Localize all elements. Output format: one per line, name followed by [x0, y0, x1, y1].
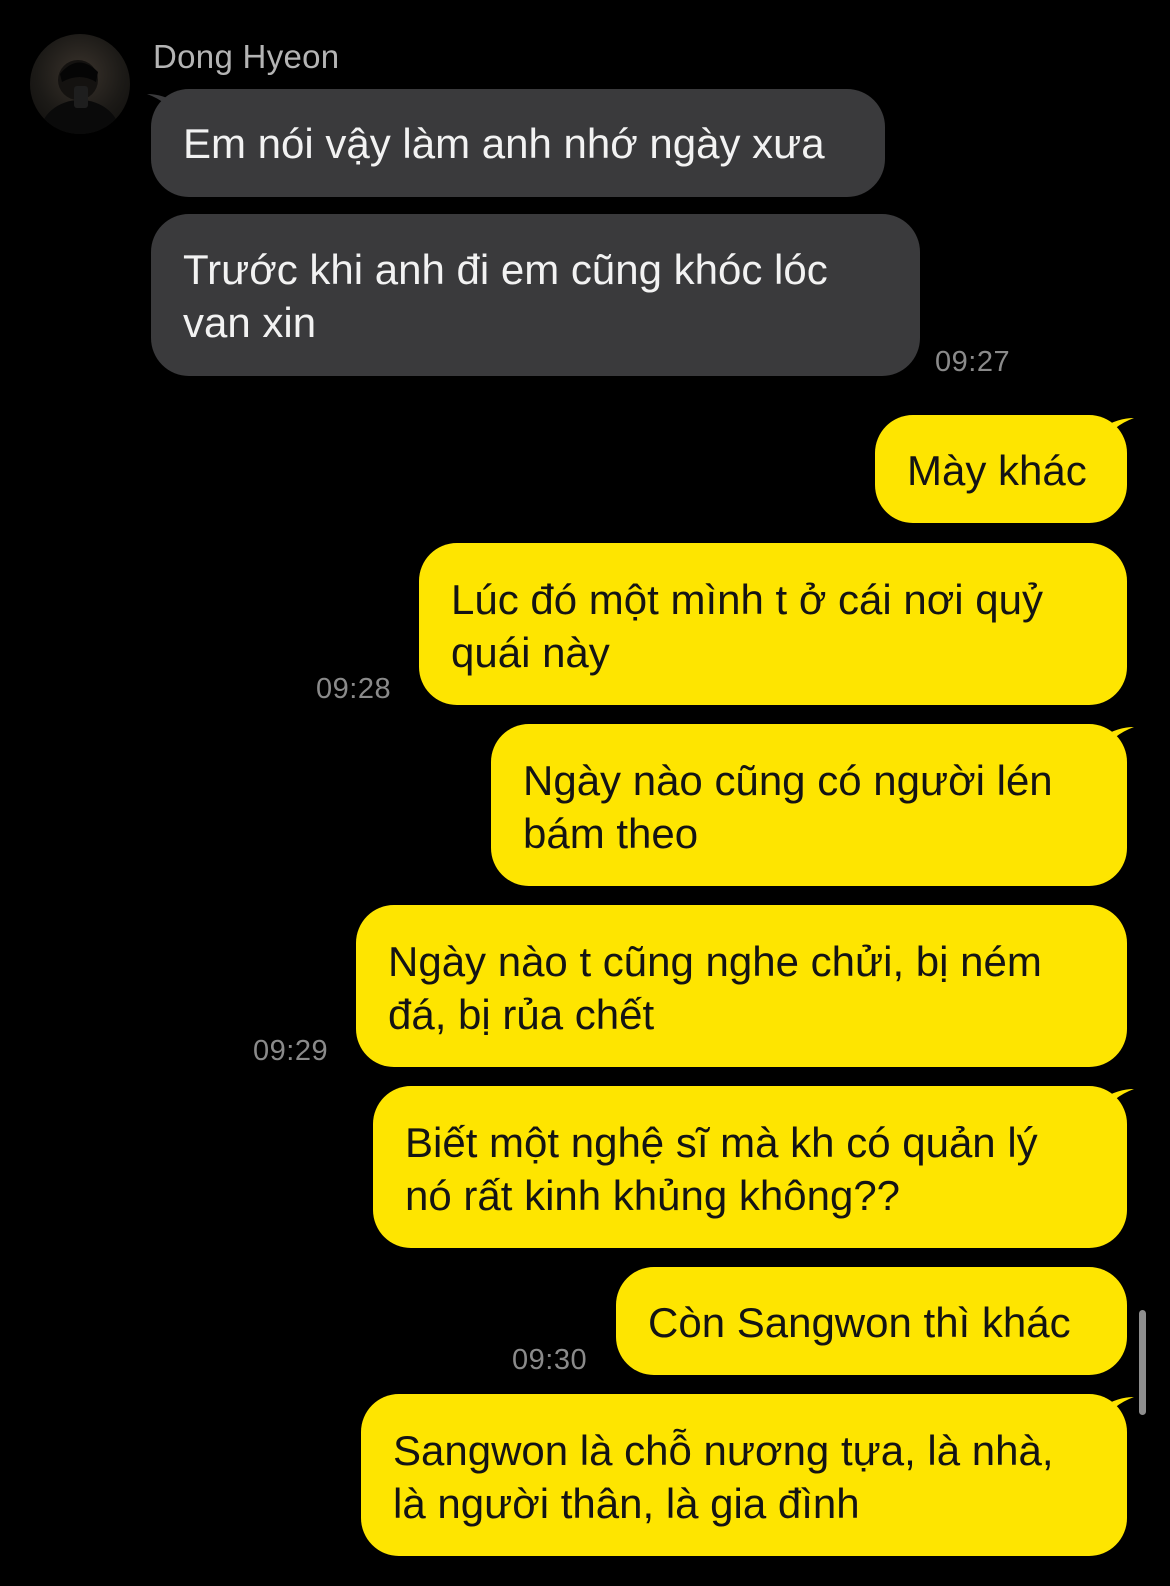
message-bubble-outgoing[interactable]: Còn Sangwon thì khác [616, 1267, 1127, 1375]
message-text: Lúc đó một mình t ở cái nơi quỷ quái này [451, 576, 1044, 676]
message-text: Sangwon là chỗ nương tựa, là nhà, là ngư… [393, 1427, 1054, 1527]
message-timestamp: 09:30 [512, 1344, 588, 1376]
message-bubble-outgoing[interactable]: Lúc đó một mình t ở cái nơi quỷ quái này [419, 543, 1127, 705]
message-bubble-outgoing[interactable]: Biết một nghệ sĩ mà kh có quản lý nó rất… [373, 1086, 1127, 1248]
message-text: Em nói vậy làm anh nhớ ngày xưa [183, 120, 825, 167]
scrollbar[interactable] [1139, 1310, 1146, 1415]
message-timestamp: 09:28 [316, 673, 392, 705]
message-text: Ngày nào cũng có người lén bám theo [523, 757, 1053, 857]
message-text: Biết một nghệ sĩ mà kh có quản lý nó rất… [405, 1119, 1038, 1219]
message-timestamp: 09:27 [935, 346, 1011, 378]
message-bubble-outgoing[interactable]: Sangwon là chỗ nương tựa, là nhà, là ngư… [361, 1394, 1127, 1556]
message-text: Ngày nào t cũng nghe chửi, bị ném đá, bị… [388, 938, 1042, 1038]
message-text: Mày khác [907, 447, 1087, 494]
sender-name: Dong Hyeon [153, 38, 340, 75]
message-timestamp: 09:29 [253, 1035, 329, 1067]
message-text: Còn Sangwon thì khác [648, 1299, 1071, 1346]
avatar[interactable] [30, 34, 130, 134]
message-bubble-outgoing[interactable]: Ngày nào cũng có người lén bám theo [491, 724, 1127, 886]
message-bubble-incoming[interactable]: Trước khi anh đi em cũng khóc lóc van xi… [151, 214, 920, 376]
message-bubble-outgoing[interactable]: Mày khác [875, 415, 1127, 523]
message-bubble-outgoing[interactable]: Ngày nào t cũng nghe chửi, bị ném đá, bị… [356, 905, 1127, 1067]
message-bubble-incoming[interactable]: Em nói vậy làm anh nhớ ngày xưa [151, 89, 885, 197]
message-text: Trước khi anh đi em cũng khóc lóc van xi… [183, 246, 828, 346]
